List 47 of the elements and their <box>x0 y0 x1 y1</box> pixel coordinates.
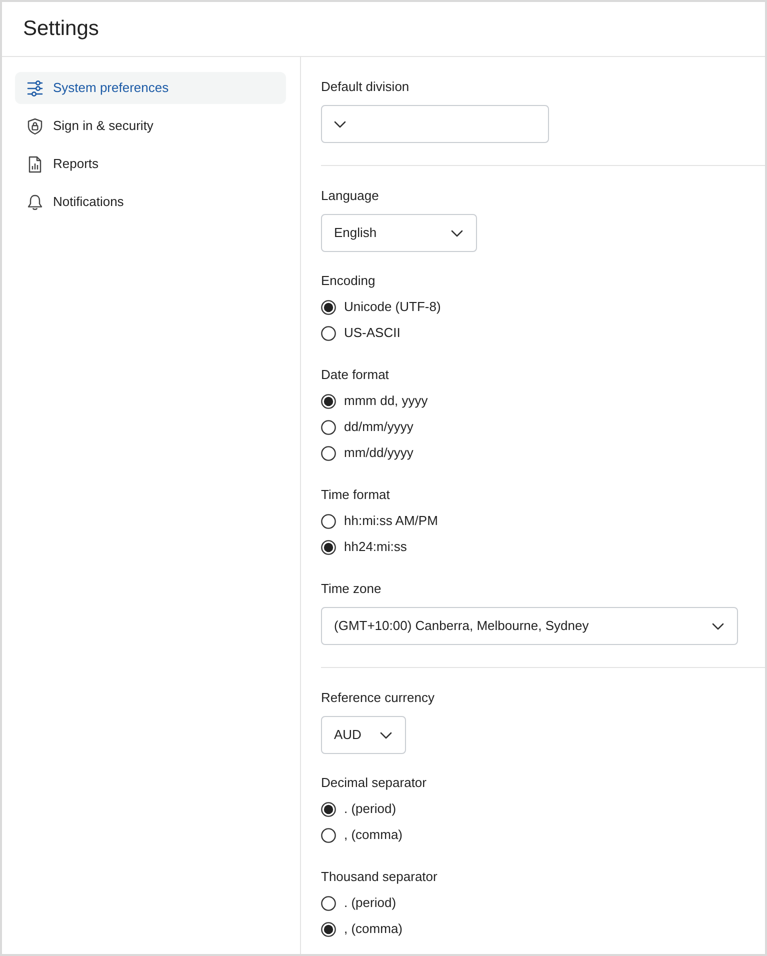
option-label[interactable]: mmm dd, yyyy <box>344 393 428 409</box>
option-label[interactable]: . (period) <box>344 895 396 911</box>
radio-button[interactable] <box>321 514 336 528</box>
option-label[interactable]: , (comma) <box>344 921 402 937</box>
radio-button[interactable] <box>321 828 336 842</box>
sidebar-item[interactable]: Reports <box>15 148 286 180</box>
field-label: Date format <box>321 367 389 383</box>
chevron-down-icon <box>334 120 346 128</box>
sidebar-item[interactable]: Sign in & security <box>15 110 286 142</box>
sliders-icon <box>27 80 43 96</box>
option-label[interactable]: hh:mi:ss AM/PM <box>344 513 438 529</box>
dropdown[interactable]: (GMT+10:00) Canberra, Melbourne, Sydney <box>321 607 738 645</box>
dropdown[interactable]: AUD <box>321 716 406 754</box>
option-label[interactable]: US-ASCII <box>344 325 400 341</box>
radio-button[interactable] <box>321 300 336 314</box>
radio-button[interactable] <box>321 446 336 460</box>
sidebar-item[interactable]: Notifications <box>15 186 286 218</box>
radio-button[interactable] <box>321 394 336 408</box>
sidebar-item[interactable]: System preferences <box>15 72 286 104</box>
field-label: Language <box>321 188 379 204</box>
option-label[interactable]: Unicode (UTF-8) <box>344 299 441 315</box>
radio-button[interactable] <box>321 896 336 910</box>
option-label[interactable]: , (comma) <box>344 827 402 843</box>
bell-icon <box>27 194 43 210</box>
option-label[interactable]: dd/mm/yyyy <box>344 419 414 435</box>
radio-button[interactable] <box>321 802 336 816</box>
radio-button[interactable] <box>321 922 336 936</box>
field-label: Encoding <box>321 273 376 289</box>
option-label[interactable]: hh24:mi:ss <box>344 539 407 555</box>
page-title: Settings <box>23 16 99 42</box>
option-label[interactable]: . (period) <box>344 801 396 817</box>
chevron-down-icon <box>712 622 724 630</box>
radio-button[interactable] <box>321 326 336 340</box>
field-label: Reference currency <box>321 690 434 706</box>
chevron-down-icon <box>451 230 463 236</box>
shield-lock-icon <box>27 118 43 134</box>
dropdown[interactable]: English <box>321 214 477 252</box>
field-label: Thousand separator <box>321 869 438 885</box>
option-label[interactable]: mm/dd/yyyy <box>344 445 414 461</box>
chevron-down-icon <box>380 732 392 738</box>
field-label: Time zone <box>321 581 382 597</box>
field-label: Decimal separator <box>321 775 426 791</box>
radio-button[interactable] <box>321 540 336 554</box>
radio-button[interactable] <box>321 420 336 434</box>
document-chart-icon <box>27 156 43 172</box>
field-label: Time format <box>321 487 390 503</box>
field-label: Default division <box>321 79 410 95</box>
